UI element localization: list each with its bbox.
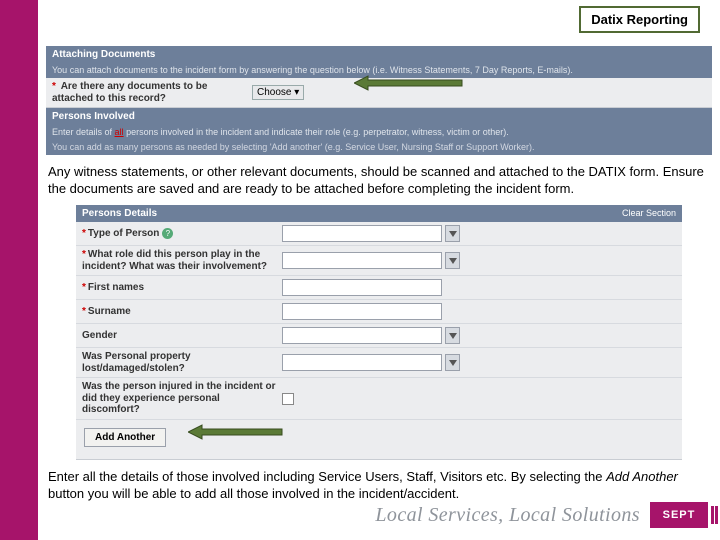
footer: Local Services, Local Solutions SEPT xyxy=(375,502,708,528)
attach-question-label: * Are there any documents to be attached… xyxy=(52,81,252,104)
chevron-down-icon[interactable] xyxy=(445,327,460,344)
persons-involved-line1: Enter details of all persons involved in… xyxy=(46,125,712,140)
attaching-header: Attaching Documents xyxy=(46,46,712,63)
gender-label: Gender xyxy=(82,330,117,341)
role-select[interactable] xyxy=(282,252,442,269)
required-star: * xyxy=(52,81,56,92)
persons-details-title: Persons Details xyxy=(82,208,157,219)
persons-details-section: Persons Details Clear Section *Type of P… xyxy=(76,205,682,460)
arrow-to-choose-icon xyxy=(354,74,464,92)
para2-text: Enter all the details of those involved … xyxy=(48,469,678,501)
chevron-down-icon[interactable] xyxy=(445,354,460,371)
firstnames-label: First names xyxy=(88,282,144,293)
property-row: Was Personal property lost/damaged/stole… xyxy=(76,348,682,378)
injured-row: Was the person injured in the incident o… xyxy=(76,378,682,420)
persons-involved-line2: You can add as many persons as needed by… xyxy=(46,140,712,155)
instruction-para-2: Enter all the details of those involved … xyxy=(48,468,710,502)
help-icon[interactable]: ? xyxy=(162,228,173,239)
role-row: *What role did this person play in the i… xyxy=(76,246,682,276)
property-label: Was Personal property lost/damaged/stole… xyxy=(82,351,191,374)
chevron-down-icon: ▾ xyxy=(294,87,299,98)
arrow-to-add-another-icon xyxy=(188,423,284,441)
gender-select[interactable] xyxy=(282,327,442,344)
attaching-documents-section: Attaching Documents You can attach docum… xyxy=(46,46,712,108)
clear-section-link[interactable]: Clear Section xyxy=(622,208,676,218)
first-names-row: *First names xyxy=(76,276,682,300)
surname-input[interactable] xyxy=(282,303,442,320)
injured-label: Was the person injured in the incident o… xyxy=(82,381,276,415)
persons-involved-header: Persons Involved xyxy=(46,108,712,125)
property-select[interactable] xyxy=(282,354,442,371)
attach-question-text: Are there any documents to be attached t… xyxy=(52,81,207,104)
role-label: What role did this person play in the in… xyxy=(82,249,267,272)
sept-logo: SEPT xyxy=(650,502,708,528)
attach-choose-value: Choose xyxy=(257,87,291,98)
type-label: Type of Person xyxy=(88,228,160,239)
surname-row: *Surname xyxy=(76,300,682,324)
persons-line1b: persons involved in the incident and ind… xyxy=(124,127,509,137)
chevron-down-icon[interactable] xyxy=(445,252,460,269)
attach-choose-dropdown[interactable]: Choose ▾ xyxy=(252,85,304,100)
add-another-button[interactable]: Add Another xyxy=(84,428,166,447)
injured-checkbox[interactable] xyxy=(282,393,294,405)
gender-row: Gender xyxy=(76,324,682,348)
persons-line1-all: all xyxy=(115,127,124,137)
type-of-person-row: *Type of Person? xyxy=(76,222,682,246)
instruction-para-1: Any witness statements, or other relevan… xyxy=(48,163,710,197)
surname-label: Surname xyxy=(88,306,131,317)
persons-involved-header-section: Persons Involved Enter details of all pe… xyxy=(46,108,712,155)
persons-details-header: Persons Details Clear Section xyxy=(76,205,682,222)
first-names-input[interactable] xyxy=(282,279,442,296)
chevron-down-icon[interactable] xyxy=(445,225,460,242)
footer-tagline: Local Services, Local Solutions xyxy=(375,504,640,527)
page-title: Datix Reporting xyxy=(579,6,700,33)
brand-side-bar xyxy=(0,0,38,540)
type-of-person-select[interactable] xyxy=(282,225,442,242)
persons-line1a: Enter details of xyxy=(52,127,115,137)
